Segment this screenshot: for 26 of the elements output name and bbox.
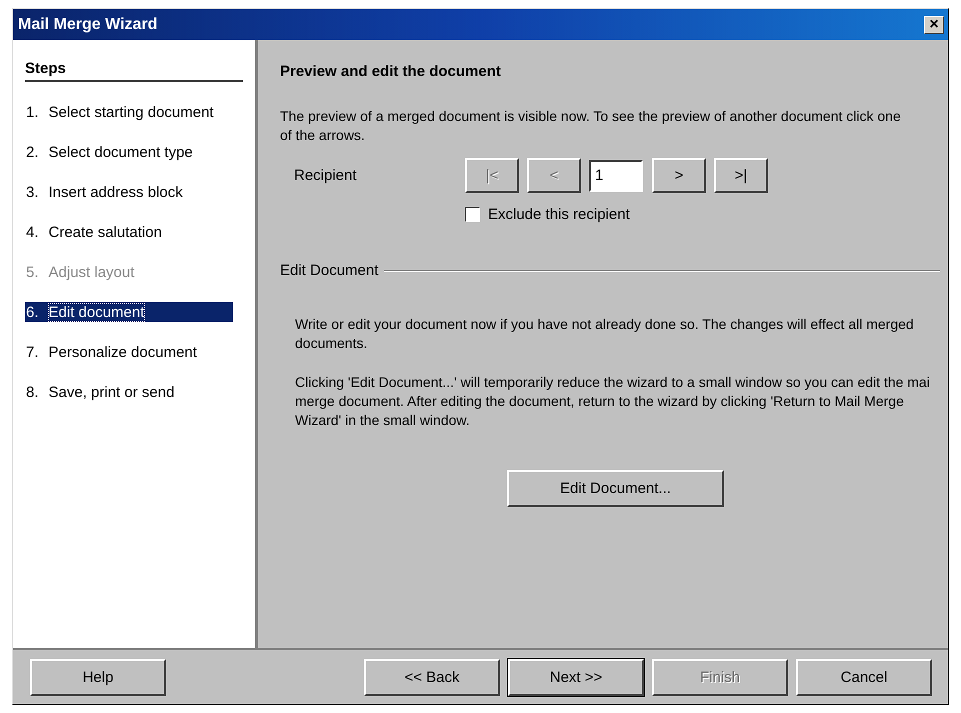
- recipient-number-field[interactable]: 1: [589, 160, 643, 192]
- step-item[interactable]: 6. Edit document: [25, 302, 233, 322]
- step-item[interactable]: 4. Create salutation: [25, 222, 233, 242]
- dialog-button[interactable]: Cancel: [796, 658, 932, 696]
- steps-title: Steps: [25, 60, 243, 82]
- help-paragraph: Write or edit your document now if you have not already done so. The changes will effect all merged documents.: [295, 315, 915, 353]
- step-item[interactable]: 7. Personalize document: [25, 342, 233, 362]
- group-title: Edit Document: [280, 262, 378, 279]
- exclude-label: Exclude this recipient: [488, 206, 630, 223]
- exclude-checkbox[interactable]: [465, 207, 480, 222]
- close-button[interactable]: ×: [924, 16, 944, 34]
- help-paragraph: Clicking 'Edit Document...' will temporarily reduce the wizard to a small window so you can edit the mai merge document. After editing the document, return to the wizard by clicking 'Return to Mail Merge Wizard' in the small window.: [295, 373, 931, 430]
- page-heading: Preview and edit the document: [280, 63, 502, 80]
- step-item[interactable]: 1. Select starting document: [25, 102, 233, 122]
- dialog-button[interactable]: Help: [30, 658, 166, 696]
- dialog-button[interactable]: Next >>: [508, 658, 644, 696]
- nav-button[interactable]: >: [652, 158, 706, 193]
- step-item[interactable]: 2. Select document type: [25, 142, 233, 162]
- window-title: Mail Merge Wizard: [18, 16, 158, 34]
- intro-text: The preview of a merged document is visible now. To see the preview of another document click one of the arrows.: [280, 107, 902, 145]
- nav-button[interactable]: >|: [714, 158, 768, 193]
- recipient-label: Recipient: [294, 167, 358, 184]
- step-item[interactable]: 3. Insert address block: [25, 182, 233, 202]
- edit-document-button[interactable]: Edit Document...: [507, 470, 724, 507]
- step-item[interactable]: 8. Save, print or send: [25, 382, 233, 402]
- dialog-button[interactable]: << Back: [364, 658, 500, 696]
